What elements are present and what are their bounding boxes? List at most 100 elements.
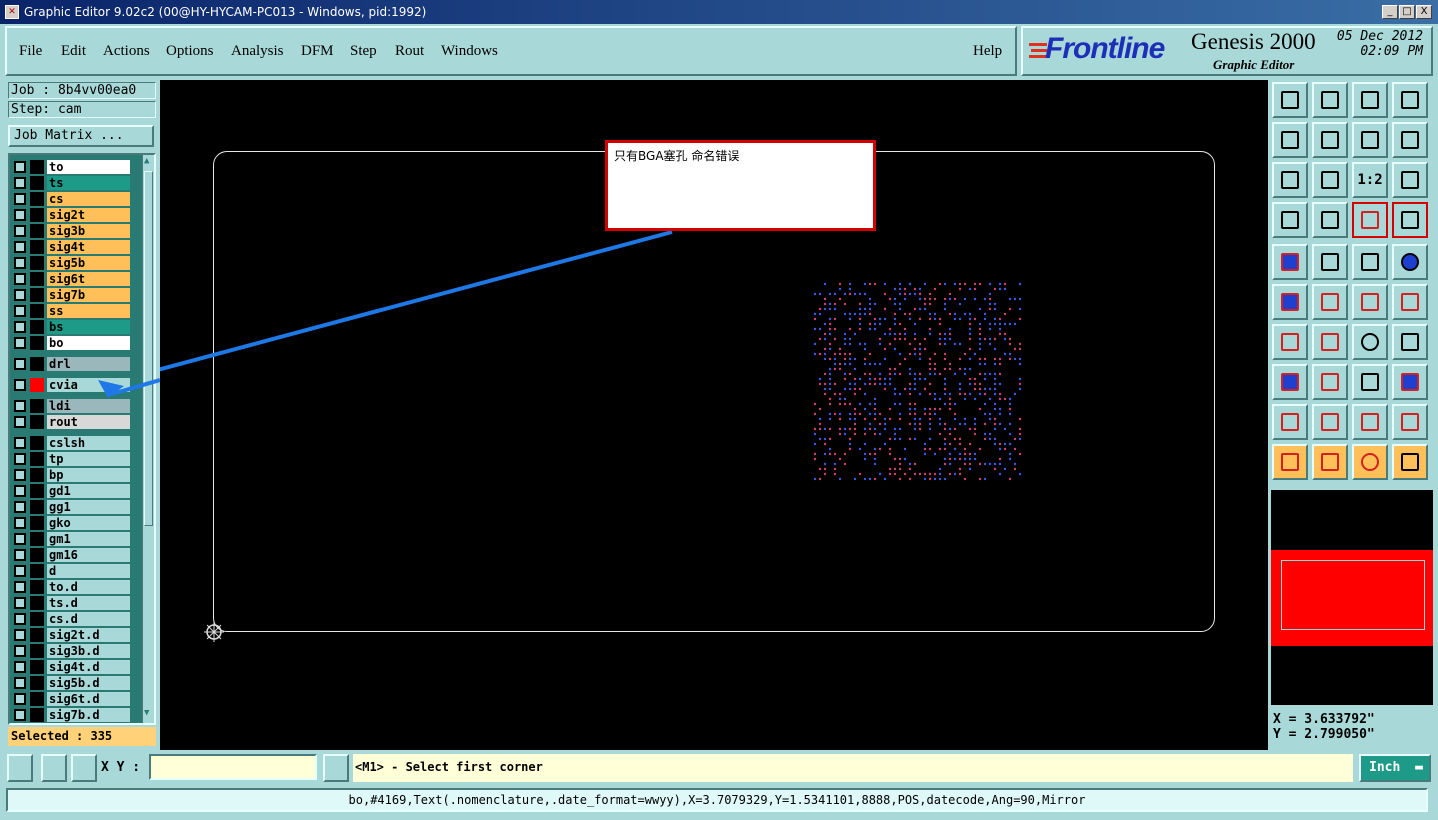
layer-name[interactable]: bo <box>47 336 130 350</box>
layer-checkbox[interactable] <box>14 453 26 465</box>
layer-checkbox[interactable] <box>14 400 26 412</box>
layer-checkbox[interactable] <box>14 613 26 625</box>
layer-row-sig6t[interactable]: sig6t <box>12 271 132 287</box>
layer-row-cs-d[interactable]: cs.d <box>12 611 132 627</box>
layer-row-sig3b[interactable]: sig3b <box>12 223 132 239</box>
unit-selector[interactable]: Inch ▬ <box>1359 754 1431 782</box>
layer-checkbox[interactable] <box>14 581 26 593</box>
layer-row-ldi[interactable]: ldi <box>12 398 132 414</box>
close-button[interactable]: X <box>1416 5 1432 19</box>
layer-color-swatch[interactable] <box>30 240 44 254</box>
edit-f-icon[interactable] <box>1392 324 1428 360</box>
grid-icon[interactable] <box>1312 202 1348 238</box>
layer-color-swatch[interactable] <box>30 692 44 706</box>
layer-checkbox[interactable] <box>14 193 26 205</box>
menu-dfm[interactable]: DFM <box>301 43 334 60</box>
layer-row-ts[interactable]: ts <box>12 175 132 191</box>
fit-width-icon[interactable] <box>1272 162 1308 198</box>
layer-row-sig7b[interactable]: sig7b <box>12 287 132 303</box>
grid-corner-icon[interactable] <box>1392 82 1428 118</box>
pad-red-icon[interactable] <box>1272 364 1308 400</box>
connect-icon[interactable] <box>1272 284 1308 320</box>
step-s-icon[interactable] <box>1392 122 1428 158</box>
menu-step[interactable]: Step <box>350 43 377 60</box>
layer-name[interactable]: gm1 <box>47 532 130 546</box>
palette-icon[interactable] <box>1272 202 1308 238</box>
pad-select-icon[interactable] <box>1272 244 1308 280</box>
layer-color-swatch[interactable] <box>30 192 44 206</box>
layer-color-swatch[interactable] <box>30 468 44 482</box>
layer-row-bs[interactable]: bs <box>12 319 132 335</box>
layer-name[interactable]: to <box>47 160 130 174</box>
menu-rout[interactable]: Rout <box>395 43 424 60</box>
layer-color-swatch[interactable] <box>30 208 44 222</box>
layer-color-swatch[interactable] <box>30 564 44 578</box>
layer-row-ts-d[interactable]: ts.d <box>12 595 132 611</box>
layer-checkbox[interactable] <box>14 469 26 481</box>
xy-input[interactable] <box>149 754 317 780</box>
layer-color-swatch[interactable] <box>30 378 44 392</box>
help-query-icon[interactable] <box>1392 162 1428 198</box>
layer-color-swatch[interactable] <box>30 660 44 674</box>
layer-color-swatch[interactable] <box>30 415 44 429</box>
layer-color-swatch[interactable] <box>30 436 44 450</box>
layer-row-to-d[interactable]: to.d <box>12 579 132 595</box>
layer-checkbox[interactable] <box>14 257 26 269</box>
layer-color-swatch[interactable] <box>30 176 44 190</box>
layer-name[interactable]: sig2t.d <box>47 628 130 642</box>
line-blue-icon[interactable] <box>1312 324 1348 360</box>
layer-row-bo[interactable]: bo <box>12 335 132 351</box>
layer-color-swatch[interactable] <box>30 272 44 286</box>
layer-row-sig4t-d[interactable]: sig4t.d <box>12 659 132 675</box>
layer-color-swatch[interactable] <box>30 160 44 174</box>
layer-color-swatch[interactable] <box>30 484 44 498</box>
layer-checkbox[interactable] <box>14 485 26 497</box>
layer-name[interactable]: tp <box>47 452 130 466</box>
layer-checkbox[interactable] <box>14 501 26 513</box>
triangle-base-icon[interactable] <box>1392 404 1428 440</box>
layer-net-icon[interactable] <box>1392 202 1428 238</box>
layer-row-sig3b-d[interactable]: sig3b.d <box>12 643 132 659</box>
layer-row-to[interactable]: to <box>12 159 132 175</box>
layer-checkbox[interactable] <box>14 693 26 705</box>
layer-name[interactable]: d <box>47 564 130 578</box>
zoom-home-icon[interactable] <box>1312 82 1348 118</box>
layer-row-sig4t[interactable]: sig4t <box>12 239 132 255</box>
layer-color-swatch[interactable] <box>30 500 44 514</box>
scroll-thumb[interactable] <box>144 171 153 526</box>
layer-color-swatch[interactable] <box>30 516 44 530</box>
layer-row-cslsh[interactable]: cslsh <box>12 435 132 451</box>
layer-checkbox[interactable] <box>14 416 26 428</box>
layer-row-sig5b[interactable]: sig5b <box>12 255 132 271</box>
layer-checkbox[interactable] <box>14 565 26 577</box>
layer-color-swatch[interactable] <box>30 612 44 626</box>
layer-checkbox[interactable] <box>14 289 26 301</box>
layer-color-swatch[interactable] <box>30 580 44 594</box>
minimize-button[interactable]: _ <box>1382 5 1398 19</box>
layer-name[interactable]: sig2t <box>47 208 130 222</box>
scroll-down-icon[interactable]: ▼ <box>144 709 153 719</box>
layer-checkbox[interactable] <box>14 241 26 253</box>
layer-color-swatch[interactable] <box>30 399 44 413</box>
layer-name[interactable]: sig3b <box>47 224 130 238</box>
layer-name[interactable]: gd1 <box>47 484 130 498</box>
layer-color-swatch[interactable] <box>30 532 44 546</box>
point-add-icon[interactable] <box>1352 284 1388 320</box>
layer-checkbox[interactable] <box>14 677 26 689</box>
layer-name[interactable]: cslsh <box>47 436 130 450</box>
layer-color-swatch[interactable] <box>30 304 44 318</box>
layer-name[interactable]: sig7b.d <box>47 708 130 722</box>
triangle-a-icon[interactable] <box>1312 404 1348 440</box>
layer-name[interactable]: sig4t.d <box>47 660 130 674</box>
pointer-icon[interactable] <box>1272 444 1308 480</box>
pan-left-icon[interactable] <box>1272 122 1308 158</box>
grid-snap-icon[interactable] <box>71 754 97 782</box>
layer-name[interactable]: bp <box>47 468 130 482</box>
layer-row-gd1[interactable]: gd1 <box>12 483 132 499</box>
layer-checkbox[interactable] <box>14 177 26 189</box>
layer-checkbox[interactable] <box>14 209 26 221</box>
layer-checkbox[interactable] <box>14 305 26 317</box>
layer-color-swatch[interactable] <box>30 628 44 642</box>
layer-name[interactable]: sig6t.d <box>47 692 130 706</box>
layer-name[interactable]: to.d <box>47 580 130 594</box>
